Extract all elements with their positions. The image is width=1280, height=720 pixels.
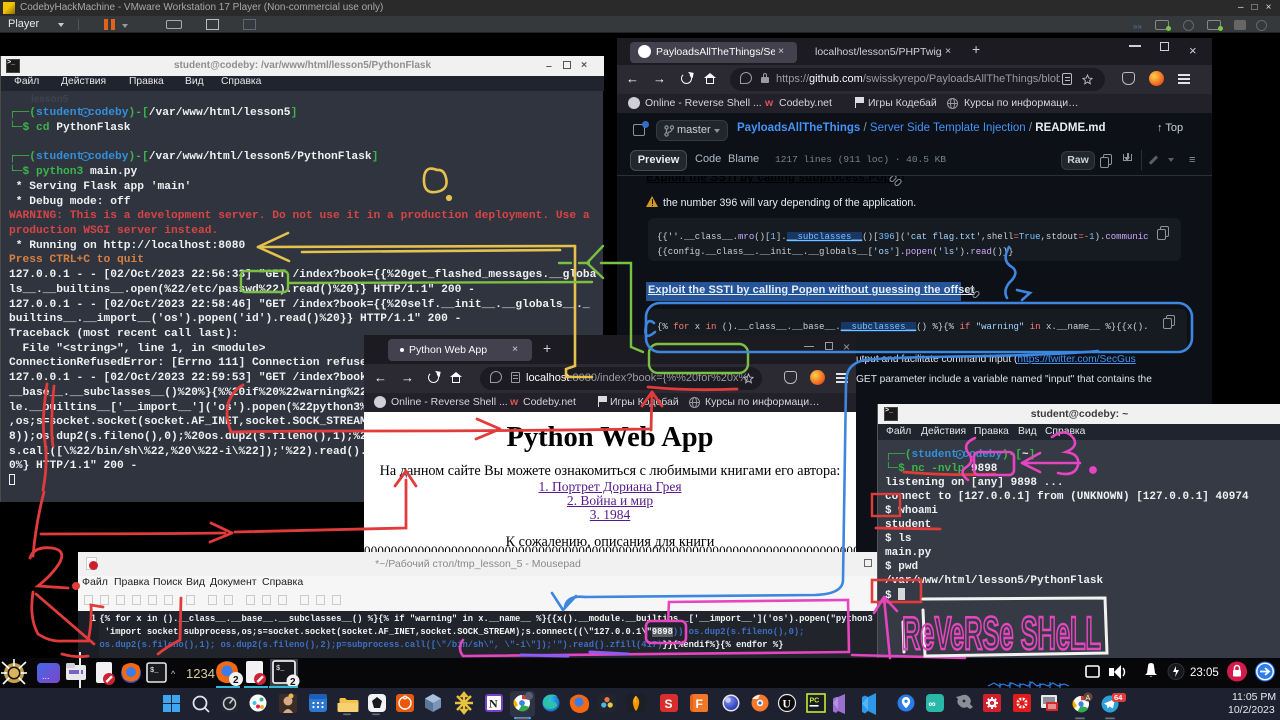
svg-text:ReVeRSe SHeLL: ReVeRSe SHeLL [902, 607, 1101, 659]
